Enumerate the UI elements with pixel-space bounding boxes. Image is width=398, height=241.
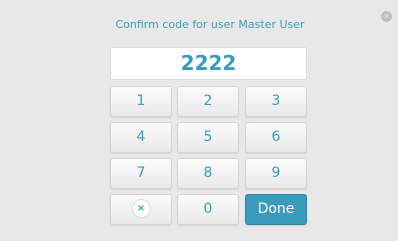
done-button[interactable]: Done [245,194,307,225]
key-3[interactable]: 3 [245,86,307,117]
key-7[interactable]: 7 [110,158,172,189]
code-display: 2222 [110,47,307,80]
clear-button[interactable]: × [110,194,172,225]
key-1[interactable]: 1 [110,86,172,117]
key-0[interactable]: 0 [177,194,239,225]
key-2[interactable]: 2 [177,86,239,117]
key-8[interactable]: 8 [177,158,239,189]
close-icon[interactable]: ✕ [381,11,392,22]
clear-icon: × [131,198,151,218]
key-5[interactable]: 5 [177,122,239,153]
key-6[interactable]: 6 [245,122,307,153]
key-4[interactable]: 4 [110,122,172,153]
key-9[interactable]: 9 [245,158,307,189]
dialog-title: Confirm code for user Master User [115,18,305,31]
